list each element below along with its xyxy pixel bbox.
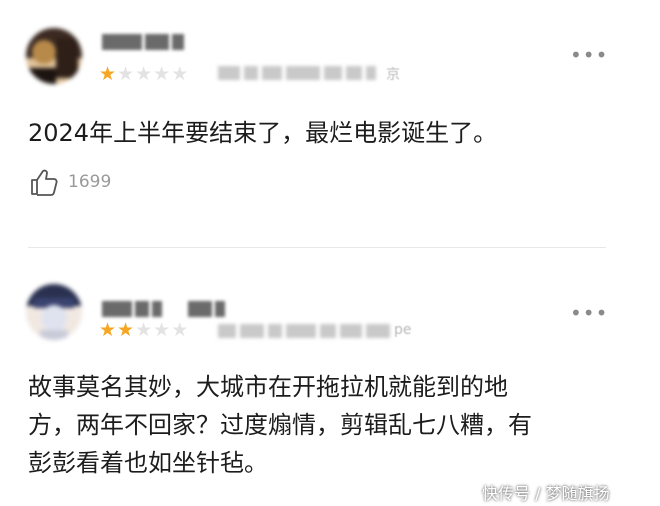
star-icon: ★ — [117, 319, 135, 341]
avatar[interactable] — [26, 28, 82, 84]
username-blurred[interactable] — [102, 301, 225, 317]
comment-text-line: 方，两年不回家？过度煽情，剪辑乱七八糟，有 — [28, 411, 532, 439]
star-icon: ★ — [171, 319, 189, 341]
comment-card: ★ ★ ★ ★ ★ pe ••• 故事莫名其妙，大城市在开拖拉机就能到的地 方，两年不回… — [0, 252, 660, 506]
star-icon: ★ — [135, 319, 153, 341]
comment-text: 2024年上半年要结束了，最烂电影诞生了。 — [28, 114, 628, 152]
star-icon: ★ — [117, 63, 135, 85]
rating-stars: ★ ★ ★ ★ ★ — [99, 320, 188, 340]
like-count: 1699 — [68, 172, 112, 192]
rating-stars: ★ ★ ★ ★ ★ — [99, 64, 188, 84]
comment-text-line: 2024年上半年要结束了，最烂电影诞生了。 — [28, 119, 498, 147]
comment-text-line: 故事莫名其妙，大城市在开拖拉机就能到的地 — [28, 373, 508, 401]
more-horizontal-icon[interactable]: ••• — [570, 45, 608, 65]
star-icon: ★ — [153, 63, 171, 85]
comment-meta-location: 京 — [386, 67, 400, 83]
divider — [28, 247, 606, 248]
comment-meta-blurred — [218, 66, 376, 80]
star-icon: ★ — [99, 63, 117, 85]
avatar[interactable] — [26, 284, 82, 340]
comment-meta-location: pe — [394, 322, 412, 338]
comment-text-line: 彭彭看着也如坐针毡。 — [28, 449, 268, 477]
comment-card: ★ ★ ★ ★ ★ 京 ••• 2024年上半年要结束了，最烂电影诞生了。 1699 — [0, 0, 660, 248]
star-icon: ★ — [171, 63, 189, 85]
like-button[interactable]: 1699 — [28, 166, 111, 198]
watermark: 快传号 / 梦随旗扬 — [482, 484, 610, 503]
thumbs-up-icon — [31, 169, 58, 196]
username-blurred[interactable] — [102, 34, 184, 50]
star-icon: ★ — [135, 63, 153, 85]
comment-text: 故事莫名其妙，大城市在开拖拉机就能到的地 方，两年不回家？过度煽情，剪辑乱七八糟… — [28, 368, 628, 482]
comment-meta-blurred — [218, 324, 390, 338]
star-icon: ★ — [153, 319, 171, 341]
more-horizontal-icon[interactable]: ••• — [570, 303, 608, 323]
star-icon: ★ — [99, 319, 117, 341]
